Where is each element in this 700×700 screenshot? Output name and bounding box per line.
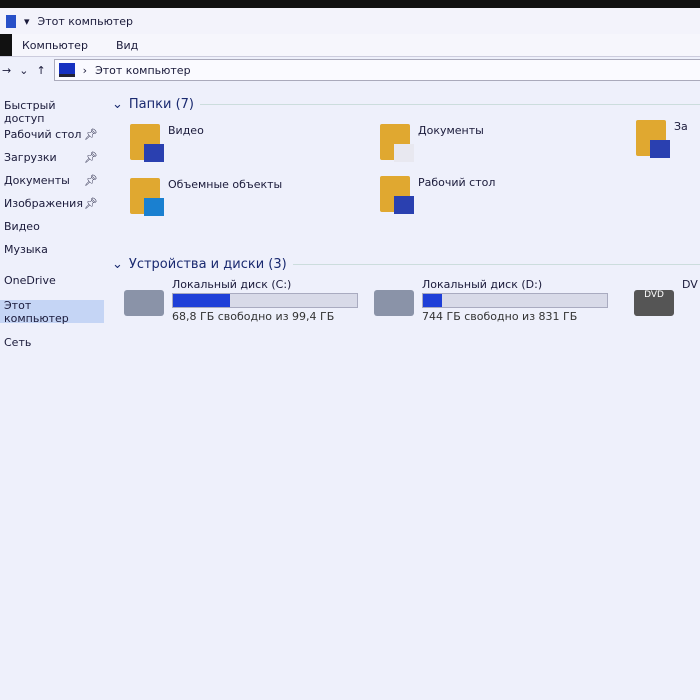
- 3d-objects-folder-icon: [130, 178, 164, 216]
- tab-computer[interactable]: Компьютер: [22, 39, 88, 52]
- drive-name: DV: [682, 278, 698, 291]
- devices-grid: Локальный диск (C:) 68,8 ГБ свободно из …: [112, 276, 700, 386]
- desktop-folder-icon: [380, 176, 414, 214]
- sidebar-item-music[interactable]: Музыка: [0, 238, 104, 261]
- folder-label: Объемные объекты: [168, 178, 283, 191]
- sidebar-item-pictures[interactable]: Изображения 📌︎: [0, 192, 104, 215]
- folder-desktop[interactable]: Рабочий стол: [380, 176, 496, 214]
- ribbon: Компьютер Вид: [0, 34, 700, 57]
- folders-grid: Видео Документы За Объемные объекты Рабо…: [112, 116, 700, 226]
- folder-label: Видео: [168, 124, 204, 137]
- recent-dropdown-icon[interactable]: ⌄: [19, 64, 28, 77]
- drive-c[interactable]: Локальный диск (C:) 68,8 ГБ свободно из …: [124, 278, 358, 323]
- folder-downloads[interactable]: За: [636, 120, 688, 158]
- tab-file[interactable]: [0, 34, 12, 56]
- address-path: Этот компьютер: [95, 63, 191, 77]
- chevron-down-icon: ⌄: [112, 96, 123, 112]
- folder-label: Документы: [418, 124, 484, 137]
- computer-icon: [58, 63, 75, 77]
- drive-usage-bar: [422, 293, 608, 308]
- tab-view[interactable]: Вид: [116, 39, 138, 52]
- drive-name: Локальный диск (C:): [172, 278, 292, 291]
- divider: [292, 263, 700, 265]
- quick-access-dropdown[interactable]: ▾: [24, 15, 30, 28]
- drive-free-space: 68,8 ГБ свободно из 99,4 ГБ: [172, 310, 335, 323]
- sidebar-item-documents[interactable]: Документы 📌︎: [0, 169, 104, 192]
- pin-icon: 📌︎: [84, 197, 98, 210]
- drive-name: Локальный диск (D:): [422, 278, 543, 291]
- content-pane: ⌄ Папки (7) Видео Документы За Объемные о…: [112, 92, 700, 386]
- drive-dvd[interactable]: DVD DV: [634, 278, 698, 316]
- sidebar-item-this-pc[interactable]: Этот компьютер: [0, 298, 104, 325]
- chevron-right-icon: ›: [82, 63, 88, 77]
- sidebar-item-videos[interactable]: Видео: [0, 215, 104, 238]
- pin-icon: 📌︎: [84, 174, 98, 187]
- drive-usage-bar: [172, 293, 358, 308]
- sidebar-item-label: OneDrive: [4, 274, 56, 287]
- sidebar-item-onedrive[interactable]: OneDrive: [0, 269, 104, 292]
- sidebar-item-label: Документы: [4, 174, 70, 187]
- sidebar-item-network[interactable]: Сеть: [0, 331, 104, 354]
- sidebar-item-label: Этот компьютер: [4, 298, 69, 325]
- drive-usage-fill: [423, 294, 443, 307]
- group-title: Папки (7): [128, 96, 194, 112]
- system-drive-icon: [124, 290, 164, 316]
- address-bar[interactable]: › Этот компьютер: [53, 59, 700, 81]
- forward-icon[interactable]: →: [2, 64, 11, 77]
- group-title: Устройства и диски (3): [128, 256, 287, 272]
- sidebar-item-label: Изображения: [4, 197, 83, 210]
- screen-bezel: [0, 0, 700, 8]
- pin-icon: 📌︎: [84, 151, 98, 164]
- downloads-folder-icon: [636, 120, 670, 158]
- sidebar-item-label: Быстрый доступ: [4, 98, 56, 125]
- sidebar-item-label: Сеть: [4, 336, 32, 349]
- quick-access-icon[interactable]: [6, 14, 16, 28]
- devices-group-header[interactable]: ⌄ Устройства и диски (3): [112, 252, 700, 276]
- sidebar-item-label: Музыка: [4, 243, 48, 256]
- video-folder-icon: [130, 124, 164, 162]
- sidebar-item-desktop[interactable]: Рабочий стол 📌︎: [0, 123, 104, 146]
- sidebar-item-label: Загрузки: [4, 151, 57, 164]
- folder-documents[interactable]: Документы: [380, 124, 484, 162]
- folder-label: За: [674, 120, 688, 133]
- folder-videos[interactable]: Видео: [130, 124, 204, 162]
- sidebar-item-label: Видео: [4, 220, 40, 233]
- sidebar-item-quick-access[interactable]: Быстрый доступ: [0, 98, 104, 125]
- navigation-bar: → ⌄ ↑ › Этот компьютер: [0, 58, 700, 82]
- drive-usage-fill: [173, 294, 231, 307]
- title-bar: ▾ Этот компьютер: [0, 8, 700, 34]
- pin-icon: 📌︎: [84, 128, 98, 141]
- chevron-down-icon: ⌄: [112, 256, 123, 272]
- up-icon[interactable]: ↑: [36, 64, 45, 77]
- folders-group-header[interactable]: ⌄ Папки (7): [112, 92, 700, 116]
- sidebar-item-downloads[interactable]: Загрузки 📌︎: [0, 146, 104, 169]
- window-title: Этот компьютер: [37, 14, 134, 28]
- dvd-drive-icon: DVD: [634, 290, 674, 316]
- documents-folder-icon: [380, 124, 414, 162]
- drive-icon: [374, 290, 414, 316]
- sidebar: Быстрый доступ Рабочий стол 📌︎ Загрузки 📌︎…: [0, 98, 104, 354]
- sidebar-item-label: Рабочий стол: [4, 128, 82, 141]
- folder-3d-objects[interactable]: Объемные объекты: [130, 178, 283, 216]
- drive-free-space: 744 ГБ свободно из 831 ГБ: [422, 310, 578, 323]
- divider: [200, 103, 700, 105]
- folder-label: Рабочий стол: [418, 176, 496, 189]
- drive-d[interactable]: Локальный диск (D:) 744 ГБ свободно из 8…: [374, 278, 608, 323]
